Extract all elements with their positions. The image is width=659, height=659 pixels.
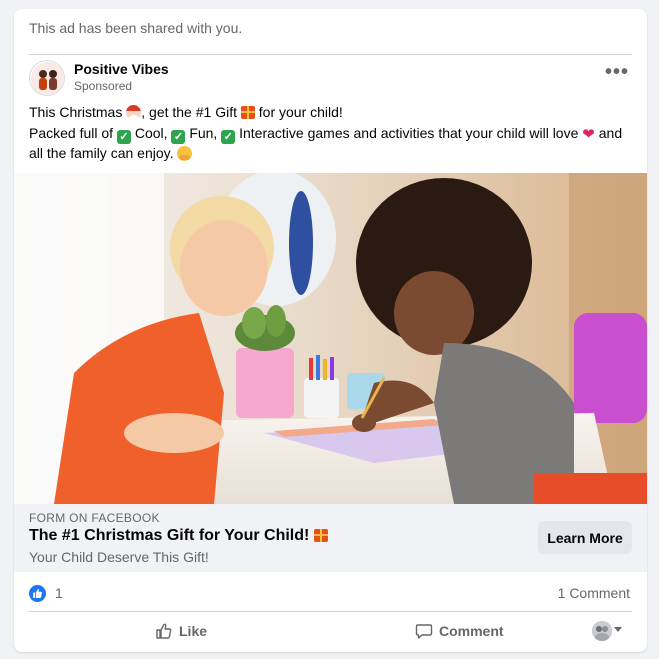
post-text-line-1: This Christmas , get the #1 Gift for you… <box>29 104 343 120</box>
gift-emoji <box>313 529 328 542</box>
form-label: FORM ON FACEBOOK <box>29 511 160 525</box>
reaction-count[interactable]: 1 <box>55 585 63 601</box>
comment-count[interactable]: 1 Comment <box>558 585 630 601</box>
comment-icon <box>415 624 433 639</box>
ad-image[interactable] <box>14 173 647 504</box>
user-avatar <box>592 621 612 641</box>
gift-emoji <box>240 106 255 119</box>
post-text: This Christmas , get the #1 Gift for you… <box>29 103 632 165</box>
react-as-selector[interactable] <box>592 621 624 641</box>
ad-post-card: This ad has been shared with you. Positi… <box>14 9 647 652</box>
comment-label: Comment <box>439 623 504 639</box>
cta-subtitle: Your Child Deserve This Gift! <box>29 549 209 565</box>
action-bar: Like Comment <box>29 613 632 649</box>
reactions-bar: 1 1 Comment <box>29 572 632 612</box>
heart-emoji: ❤ <box>582 125 595 143</box>
like-label: Like <box>179 623 208 639</box>
hug-emoji <box>177 146 193 161</box>
page-avatar[interactable] <box>29 60 65 96</box>
page-name[interactable]: Positive Vibes <box>74 61 169 77</box>
sponsored-label[interactable]: Sponsored <box>74 79 132 93</box>
shared-ad-banner: This ad has been shared with you. <box>29 17 632 55</box>
thumbs-up-icon <box>156 623 172 639</box>
cta-title[interactable]: The #1 Christmas Gift for Your Child! <box>29 527 328 545</box>
cta-bar[interactable]: FORM ON FACEBOOK The #1 Christmas Gift f… <box>14 504 647 572</box>
like-button[interactable]: Like <box>155 617 207 645</box>
check-emoji: ✓ <box>116 129 131 144</box>
like-reaction-icon[interactable] <box>29 585 46 602</box>
chevron-down-icon <box>614 627 622 632</box>
learn-more-button[interactable]: Learn More <box>538 521 632 554</box>
santa-emoji <box>126 105 142 120</box>
comment-button[interactable]: Comment <box>415 617 504 645</box>
post-text-line-2: Packed full of ✓ Cool, ✓ Fun, ✓ Interact… <box>29 124 623 161</box>
more-options-button[interactable]: ••• <box>602 62 632 89</box>
check-emoji: ✓ <box>221 129 236 144</box>
check-emoji: ✓ <box>171 129 186 144</box>
post-header: Positive Vibes Sponsored ••• <box>29 59 632 99</box>
